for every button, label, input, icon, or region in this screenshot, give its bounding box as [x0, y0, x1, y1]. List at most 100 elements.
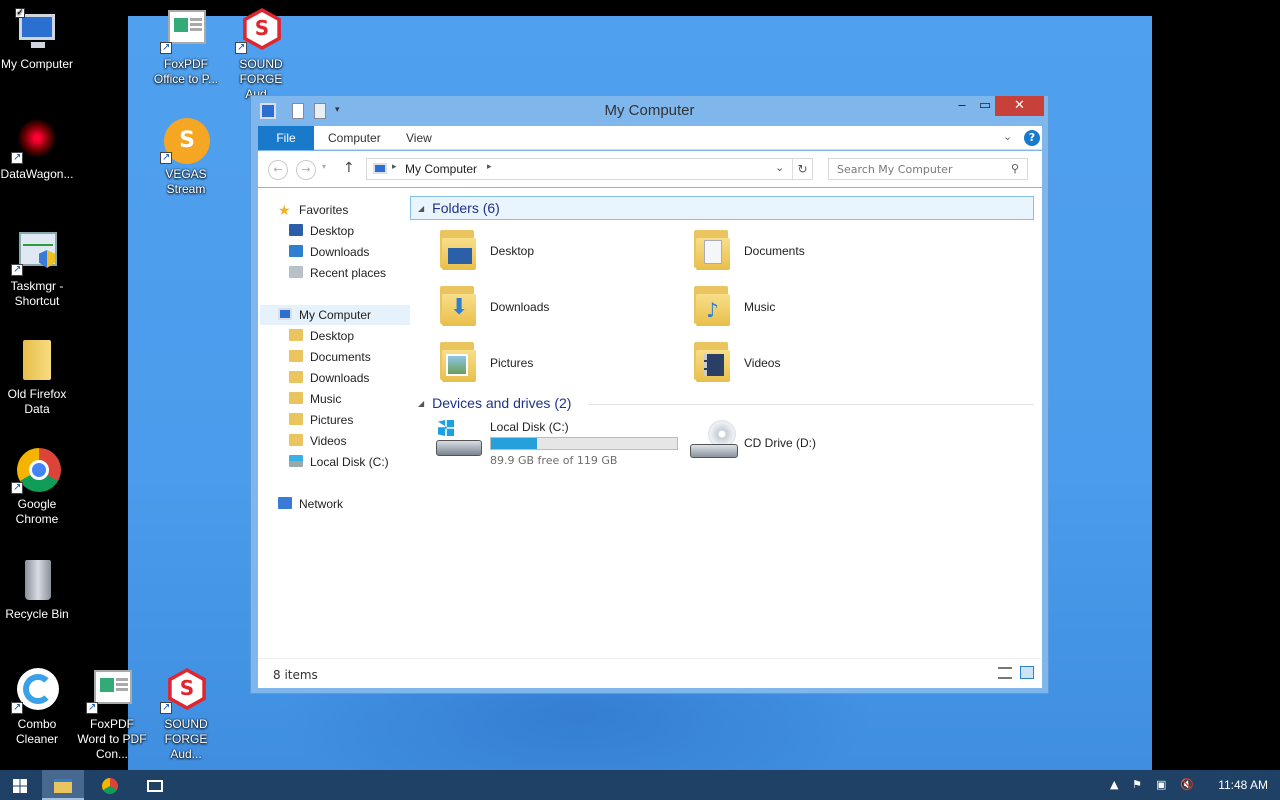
nav-label: Downloads	[310, 245, 370, 259]
downloads-icon	[289, 245, 303, 257]
desktop-icon-my-computer[interactable]: ✓ My Computer	[0, 8, 74, 72]
chevron-right-icon[interactable]: ▸	[487, 162, 492, 172]
network-tray-icon[interactable]: ▣	[1156, 778, 1166, 791]
taskbar-app[interactable]	[135, 770, 175, 800]
expand-ribbon-icon[interactable]: ⌄	[1003, 130, 1012, 143]
desktop-icon-foxpdf-office[interactable]: FoxPDF Office to P...	[149, 8, 223, 87]
desktop-icon-label: SOUND FORGE Aud...	[164, 717, 208, 761]
up-button[interactable]: ↑	[343, 160, 355, 176]
address-bar[interactable]: ▸ My Computer ▸ ⌄ ↻	[366, 158, 813, 180]
nav-pc-videos[interactable]: Videos	[289, 431, 346, 451]
folder-tile-videos[interactable]: Videos	[692, 338, 942, 390]
help-icon[interactable]: ?	[1024, 130, 1040, 146]
close-button[interactable]: ✕	[995, 96, 1044, 116]
star-icon: ★	[278, 202, 291, 218]
nav-pc-local-disk[interactable]: Local Disk (C:)	[289, 452, 389, 472]
nav-label: My Computer	[299, 308, 372, 322]
taskbar-chrome[interactable]	[90, 770, 130, 800]
tab-view[interactable]: View	[392, 126, 446, 150]
nav-label: Desktop	[310, 224, 355, 238]
desktop-icon-recycle-bin[interactable]: Recycle Bin	[0, 558, 74, 622]
desktop-icon-google-chrome[interactable]: Google Chrome	[0, 448, 74, 527]
nav-pc-pictures[interactable]: Pictures	[289, 410, 353, 430]
status-bar: 8 items	[258, 658, 1042, 688]
nav-my-computer[interactable]: My Computer	[260, 305, 410, 325]
tile-label: CD Drive (D:)	[744, 436, 816, 450]
explorer-window: ▾ My Computer ‒ ▭ ✕ File Computer View ⌄…	[250, 95, 1049, 694]
folder-tile-pictures[interactable]: Pictures	[438, 338, 688, 390]
nav-label: Desktop	[310, 329, 355, 343]
desktop-icon-datawagon[interactable]: DataWagon...	[0, 118, 74, 182]
folders-group-header[interactable]	[410, 196, 1034, 220]
desktop-icon-sound-forge-2[interactable]: S SOUND FORGE Aud...	[149, 668, 223, 762]
nav-label: Music	[310, 392, 342, 406]
action-center-icon[interactable]: ⚑	[1132, 778, 1142, 791]
chevron-right-icon[interactable]: ▸	[392, 162, 397, 172]
drive-name: Local Disk (C:)	[490, 420, 569, 434]
folder-tile-downloads[interactable]: ⬇ Downloads	[438, 282, 688, 334]
sound-forge-icon: S	[235, 8, 285, 55]
recent-locations-icon[interactable]: ▾	[322, 162, 326, 171]
content-pane: ◢ Folders (6) Desktop Documents ⬇ Downloa…	[410, 188, 1042, 658]
drive-free-space: 89.9 GB free of 119 GB	[490, 454, 618, 467]
drive-tile-cd-drive[interactable]: CD Drive (D:)	[690, 420, 940, 470]
window-title: My Computer	[604, 102, 695, 119]
tab-file[interactable]: File	[258, 126, 314, 150]
nav-fav-downloads[interactable]: Downloads	[289, 242, 369, 262]
nav-pc-documents[interactable]: Documents	[289, 347, 371, 367]
nav-favorites[interactable]: ★ Favorites	[278, 200, 348, 220]
recent-places-icon	[289, 266, 303, 278]
nav-fav-recent-places[interactable]: Recent places	[289, 263, 386, 283]
folder-tile-documents[interactable]: Documents	[692, 226, 942, 278]
tile-label: Downloads	[490, 300, 550, 314]
breadcrumb[interactable]: My Computer	[405, 162, 477, 176]
drive-tile-local-disk[interactable]: Local Disk (C:) 89.9 GB free of 119 GB	[436, 420, 686, 470]
nav-pc-downloads[interactable]: Downloads	[289, 368, 369, 388]
devices-group-title[interactable]: ◢ Devices and drives (2)	[418, 395, 571, 411]
foxpdf-icon	[160, 8, 210, 55]
cd-drive-icon	[690, 420, 740, 464]
forward-button[interactable]: →	[296, 160, 316, 180]
folder-tile-desktop[interactable]: Desktop	[438, 226, 688, 278]
large-icons-view-icon[interactable]	[1020, 666, 1034, 679]
address-dropdown-icon[interactable]: ⌄	[775, 161, 784, 174]
refresh-icon[interactable]: ↻	[792, 159, 812, 179]
recycle-bin-icon	[13, 558, 61, 604]
search-icon[interactable]: ⚲	[1011, 162, 1019, 175]
group-divider	[588, 404, 1034, 405]
volume-muted-icon[interactable]: 🔇	[1180, 778, 1194, 791]
title-bar[interactable]: ▾ My Computer ‒ ▭ ✕	[251, 96, 1048, 125]
start-button[interactable]	[0, 770, 40, 800]
desktop-icon-sound-forge-1[interactable]: S SOUND FORGE Aud...	[224, 8, 298, 102]
nav-network[interactable]: Network	[278, 494, 343, 514]
navigation-pane: ★ Favorites Desktop Downloads Recent plac…	[258, 188, 416, 658]
nav-label: Favorites	[299, 203, 349, 217]
folder-tile-music[interactable]: ♪ Music	[692, 282, 942, 334]
show-hidden-icons-icon[interactable]: ▲	[1110, 778, 1118, 791]
videos-icon	[289, 434, 303, 446]
computer-icon: ✓	[13, 8, 61, 54]
hard-drive-icon	[436, 420, 484, 462]
search-input[interactable]: Search My Computer ⚲	[828, 158, 1028, 180]
tab-computer[interactable]: Computer	[314, 126, 395, 150]
desktop-icon-combo-cleaner[interactable]: Combo Cleaner	[0, 668, 74, 747]
file-explorer-icon	[54, 778, 72, 793]
taskbar-file-explorer[interactable]	[42, 770, 84, 800]
desktop-icon-foxpdf-word[interactable]: FoxPDF Word to PDF Con...	[75, 668, 149, 762]
nav-pc-desktop[interactable]: Desktop	[289, 326, 354, 346]
desktop-icon-label: My Computer	[0, 57, 74, 71]
nav-label: Network	[299, 497, 344, 511]
desktop-icon-taskmgr[interactable]: Taskmgr - Shortcut	[0, 230, 74, 309]
clock[interactable]: 11:48 AM	[1218, 778, 1268, 792]
nav-fav-desktop[interactable]: Desktop	[289, 221, 354, 241]
tile-label: Videos	[744, 356, 781, 370]
nav-pc-music[interactable]: Music	[289, 389, 341, 409]
chrome-icon	[102, 777, 118, 794]
sound-forge-icon: S	[160, 668, 210, 715]
details-view-icon[interactable]	[998, 667, 1012, 679]
desktop-icon-old-firefox-data[interactable]: Old Firefox Data	[0, 338, 74, 417]
back-button[interactable]: ←	[268, 160, 288, 180]
desktop-icon-vegas-stream[interactable]: S VEGAS Stream	[149, 118, 223, 197]
hard-drive-icon	[289, 455, 303, 467]
vegas-stream-icon: S	[160, 118, 210, 165]
